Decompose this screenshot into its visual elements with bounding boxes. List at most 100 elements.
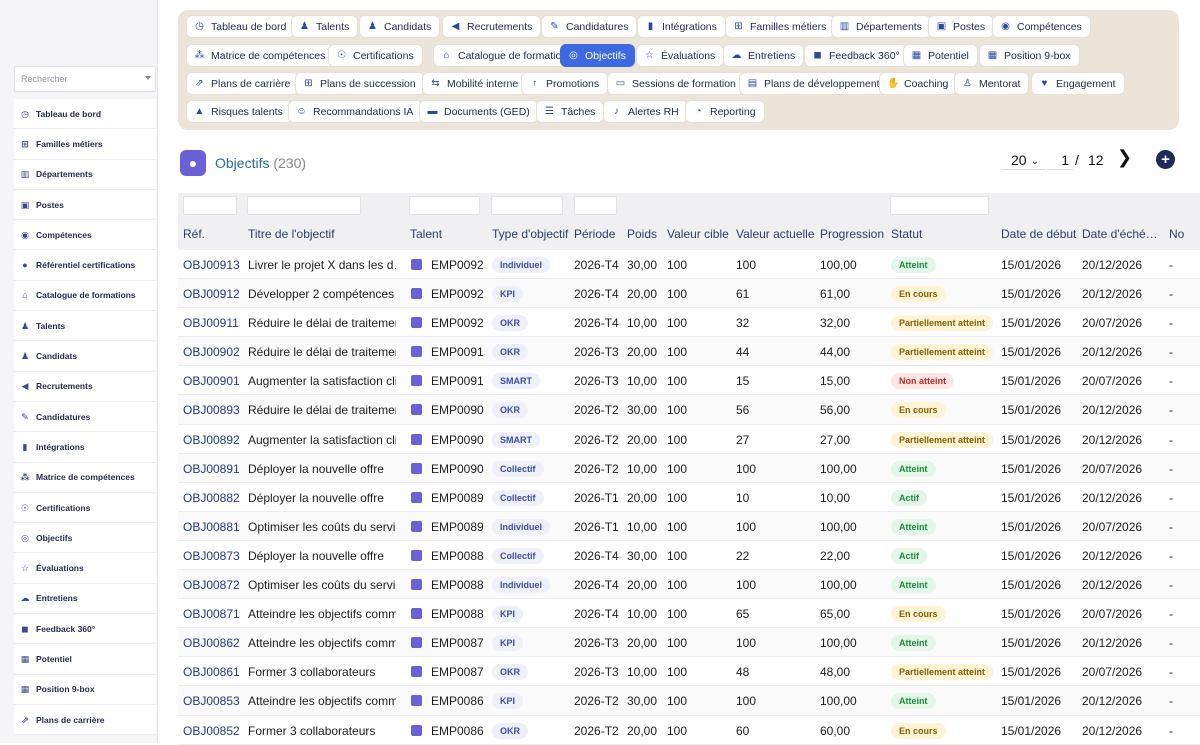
sidebar-item-15[interactable]: ☆ Évaluations [14, 553, 156, 584]
column-header-3[interactable]: Type d'objectif [492, 227, 568, 241]
sidebar-item-14[interactable]: ◎ Objectifs [14, 523, 156, 554]
sidebar-item-7[interactable]: ♟ Talents [14, 311, 156, 342]
nav-button-2-8[interactable]: ♥ Engagement [1031, 72, 1125, 95]
sidebar-item-18[interactable]: ▦ Potentiel [14, 644, 156, 675]
sidebar-item-6[interactable]: ⌂ Catalogue de formations [14, 280, 156, 312]
table-row[interactable]: OBJ00891 Déployer la nouvelle offre EMP009… [178, 453, 1200, 483]
cell-ref[interactable]: OBJ00862 [183, 636, 243, 650]
cell-ref[interactable]: OBJ00852 [183, 724, 243, 738]
nav-button-1-7[interactable]: ▦ Potentiel [903, 44, 978, 67]
nav-button-2-2[interactable]: ⇆ Mobilité interne [422, 72, 528, 95]
table-row[interactable]: OBJ00882 Déployer la nouvelle offre EMP008… [178, 483, 1200, 512]
sidebar-item-4[interactable]: ◉ Compétences [14, 220, 156, 251]
table-row[interactable]: OBJ00912 Développer 2 compétences … EMP009… [178, 279, 1200, 309]
nav-button-2-0[interactable]: ⇗ Plans de carrière [186, 72, 300, 95]
column-header-4[interactable]: Période [574, 227, 615, 241]
sidebar-item-5[interactable]: ● Référentiel certifications [14, 250, 156, 281]
filter-talent-input[interactable] [409, 196, 480, 215]
table-row[interactable]: OBJ00862 Atteindre les objectifs comm… EMP… [178, 628, 1200, 658]
nav-button-2-1[interactable]: ⊞ Plans de succession [295, 72, 425, 95]
sidebar-item-19[interactable]: ▦ Position 9-box [14, 674, 156, 705]
filter-status-input[interactable] [890, 196, 989, 215]
sidebar-item-20[interactable]: ⇗ Plans de carrière [14, 704, 156, 736]
sidebar-item-8[interactable]: ♟ Candidats [14, 341, 156, 372]
nav-button-1-4[interactable]: ☆ Évaluations [636, 44, 725, 67]
nav-button-0-9[interactable]: ◉ Compétences [992, 15, 1091, 38]
add-record-button[interactable]: + [1156, 150, 1175, 169]
nav-button-1-0[interactable]: ⁂ Matrice de compétences [186, 44, 335, 67]
cell-ref[interactable]: OBJ00902 [183, 345, 243, 359]
table-row[interactable]: OBJ00911 Réduire le délai de traitement EM… [178, 308, 1200, 338]
cell-ref[interactable]: OBJ00871 [183, 607, 243, 621]
column-header-8[interactable]: Progression [820, 227, 884, 241]
nav-button-0-7[interactable]: ▥ Départements [831, 15, 931, 38]
filter-ref-input[interactable] [183, 196, 237, 215]
nav-button-0-8[interactable]: ▣ Postes [928, 15, 995, 38]
current-page-input[interactable]: 1 [1047, 152, 1073, 170]
column-header-12[interactable]: No [1169, 227, 1184, 241]
filter-period-input[interactable] [574, 196, 617, 215]
filter-title-input[interactable] [247, 196, 361, 215]
nav-button-1-8[interactable]: ▦ Position 9-box [979, 44, 1080, 67]
sidebar-item-0[interactable]: ◷ Tableau de bord [14, 99, 156, 130]
cell-ref[interactable]: OBJ00912 [183, 287, 243, 301]
column-header-0[interactable]: Réf. [183, 227, 205, 241]
column-header-1[interactable]: Titre de l'objectif [248, 227, 335, 241]
nav-button-0-1[interactable]: ♟ Talents [291, 15, 359, 38]
nav-button-1-3[interactable]: ◎ Objectifs [560, 44, 635, 67]
nav-button-2-7[interactable]: ♙ Mentorat [954, 72, 1030, 95]
nav-button-3-0[interactable]: ▲ Risques talents [186, 100, 292, 123]
nav-button-0-0[interactable]: ◷ Tableau de bord [186, 15, 296, 38]
nav-button-1-1[interactable]: ☉ Certifications [328, 44, 423, 67]
nav-button-3-1[interactable]: ☺ Recommandations IA [288, 100, 423, 123]
sidebar-item-13[interactable]: ☉ Certifications [14, 492, 156, 524]
cell-ref[interactable]: OBJ00861 [183, 665, 243, 679]
cell-ref[interactable]: OBJ00901 [183, 374, 243, 388]
table-row[interactable]: OBJ00861 Former 3 collaborateurs EMP0087 20… [178, 657, 1200, 687]
nav-button-1-6[interactable]: ◼ Feedback 360° [804, 44, 909, 67]
column-header-11[interactable]: Date d'éché… [1082, 227, 1158, 241]
filter-type-input[interactable] [491, 196, 563, 215]
column-header-10[interactable]: Date de début [1001, 227, 1076, 241]
table-row[interactable]: OBJ00853 Atteindre les objectifs comm… EMP… [178, 686, 1200, 716]
table-row[interactable]: OBJ00902 Réduire le délai de traitement EM… [178, 337, 1200, 367]
sidebar-item-17[interactable]: ◼ Feedback 360° [14, 614, 156, 645]
column-header-6[interactable]: Valeur cible [667, 227, 729, 241]
sidebar-item-16[interactable]: ☁ Entretiens [14, 583, 156, 615]
cell-ref[interactable]: OBJ00872 [183, 578, 243, 592]
sidebar-search-select[interactable]: Rechercher [14, 66, 156, 92]
sidebar-item-10[interactable]: ✎ Candidatures [14, 401, 156, 433]
cell-ref[interactable]: OBJ00881 [183, 520, 243, 534]
table-row[interactable]: OBJ00852 Former 3 collaborateurs EMP0086 20… [178, 716, 1200, 745]
column-header-9[interactable]: Statut [891, 227, 922, 241]
nav-button-3-5[interactable]: ◔ Reporting [685, 100, 765, 123]
nav-button-0-4[interactable]: ✎ Candidatures [541, 15, 638, 38]
column-header-7[interactable]: Valeur actuelle [736, 227, 815, 241]
nav-button-0-5[interactable]: ▮ Intégrations [637, 15, 726, 38]
sidebar-item-11[interactable]: ▮ Intégrations [14, 432, 156, 463]
column-header-5[interactable]: Poids [627, 227, 657, 241]
nav-button-0-3[interactable]: ◀ Recrutements [442, 15, 542, 38]
table-row[interactable]: OBJ00873 Déployer la nouvelle offre EMP008… [178, 541, 1200, 571]
table-row[interactable]: OBJ00901 Augmenter la satisfaction cli… EM… [178, 366, 1200, 396]
sidebar-item-1[interactable]: ⊞ Familles métiers [14, 129, 156, 160]
cell-ref[interactable]: OBJ00891 [183, 462, 243, 476]
cell-ref[interactable]: OBJ00892 [183, 433, 243, 447]
sidebar-item-3[interactable]: ▣ Postes [14, 189, 156, 221]
cell-ref[interactable]: OBJ00873 [183, 549, 243, 563]
nav-button-3-2[interactable]: ▬ Documents (GED) [419, 100, 539, 123]
nav-button-3-3[interactable]: ☰ Tâches [536, 100, 605, 123]
nav-button-1-5[interactable]: ☁ Entretiens [723, 44, 805, 67]
cell-ref[interactable]: OBJ00911 [183, 316, 243, 330]
cell-ref[interactable]: OBJ00882 [183, 491, 243, 505]
nav-button-0-6[interactable]: ⊞ Familles métiers [725, 15, 836, 38]
nav-button-2-6[interactable]: ✋ Coaching [879, 72, 958, 95]
column-header-2[interactable]: Talent [410, 227, 442, 241]
table-row[interactable]: OBJ00913 Livrer le projet X dans les d… EM… [178, 250, 1200, 280]
nav-button-0-2[interactable]: ♟ Candidats [359, 15, 441, 38]
next-page-icon[interactable]: ❯ [1117, 147, 1132, 168]
cell-ref[interactable]: OBJ00893 [183, 403, 243, 417]
sidebar-item-2[interactable]: ▥ Départements [14, 159, 156, 190]
nav-button-2-5[interactable]: ▤ Plans de développement [739, 72, 889, 95]
page-size-select[interactable]: 20 ⌄ [1001, 152, 1045, 170]
